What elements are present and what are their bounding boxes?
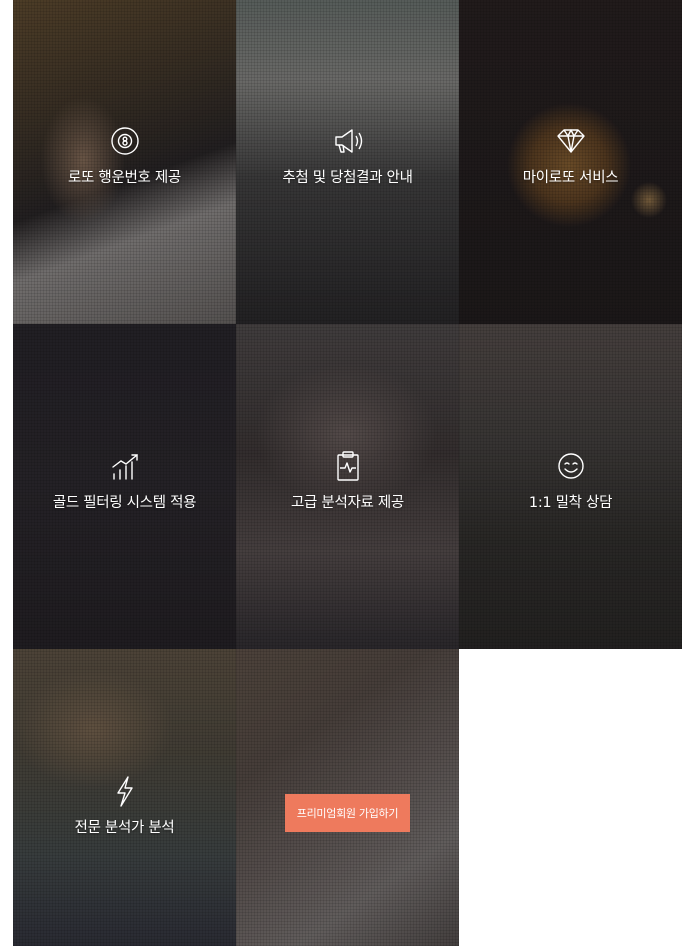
service-label: 마이로또 서비스 xyxy=(522,170,619,186)
service-tile-draw-results[interactable]: 추첨 및 당첨결과 안내 xyxy=(236,0,459,324)
clipboard-pulse-icon xyxy=(336,451,359,481)
service-tile-lucky-numbers[interactable]: 로또 행운번호 제공 xyxy=(13,0,236,324)
lightning-icon xyxy=(116,776,133,807)
premium-signup-tile: 프리미엄회원 가입하기 xyxy=(236,649,459,946)
service-tile-gold-filtering[interactable]: 골드 필터링 시스템 적용 xyxy=(13,324,236,649)
service-label: 고급 분석자료 제공 xyxy=(291,495,404,511)
bar-chart-icon xyxy=(111,454,138,480)
service-label: 추첨 및 당첨결과 안내 xyxy=(282,170,413,186)
service-tile-expert-analysis[interactable]: 전문 분석가 분석 xyxy=(13,649,236,946)
service-label: 1:1 밀착 상담 xyxy=(528,495,613,511)
diamond-icon xyxy=(556,129,585,153)
megaphone-icon xyxy=(334,129,362,153)
service-label: 전문 분석가 분석 xyxy=(74,820,175,836)
service-tile-analysis-data[interactable]: 고급 분석자료 제공 xyxy=(236,324,459,649)
service-label: 골드 필터링 시스템 적용 xyxy=(52,495,197,511)
smile-icon xyxy=(557,453,584,479)
service-grid: 로또 행운번호 제공 추첨 및 당첨결과 안내 마이로또 서비스 골드 필터링 … xyxy=(13,0,682,946)
premium-signup-button[interactable]: 프리미엄회원 가입하기 xyxy=(284,794,411,832)
lucky-ball-icon xyxy=(110,127,139,155)
service-tile-my-lotto[interactable]: 마이로또 서비스 xyxy=(459,0,682,324)
service-label: 로또 행운번호 제공 xyxy=(68,170,181,186)
service-tile-consulting[interactable]: 1:1 밀착 상담 xyxy=(459,324,682,649)
